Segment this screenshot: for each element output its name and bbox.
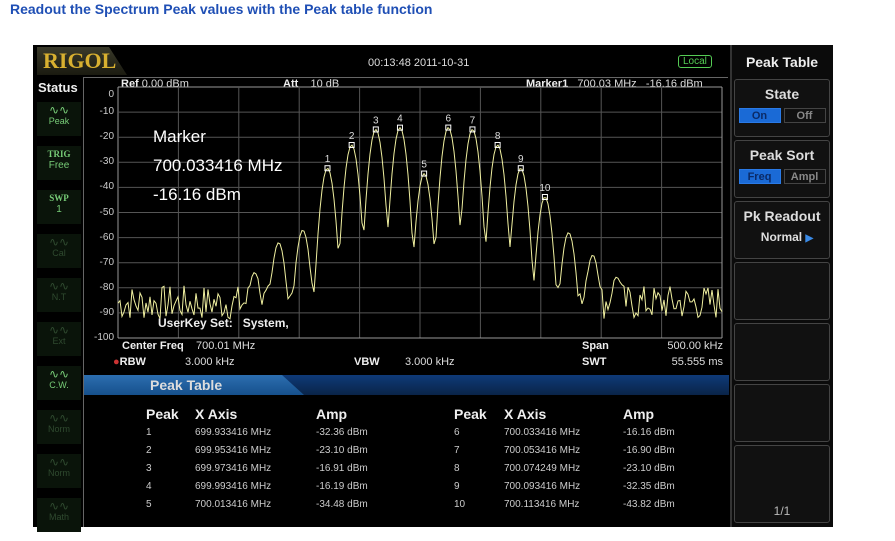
empty-softkey[interactable]	[734, 262, 830, 320]
span-label: Span	[582, 340, 609, 352]
peak-amplitude: -16.16 dBm	[623, 427, 675, 438]
marker-box-title: Marker	[153, 127, 206, 146]
peak-marker-label: 9	[518, 154, 524, 165]
peak-marker-label: 1	[325, 154, 331, 165]
norm-wave-icon: ∿∿	[48, 455, 70, 469]
arrow-right-icon: ▶	[805, 233, 814, 244]
peak-frequency: 699.973416 MHz	[195, 463, 272, 474]
peak-amplitude: -16.91 dBm	[316, 463, 368, 474]
peak-amplitude: -43.82 dBm	[623, 499, 675, 510]
peak-frequency: 699.953416 MHz	[195, 445, 272, 456]
peak-frequency: 700.113416 MHz	[504, 499, 580, 510]
pk-readout-label: Pk Readout	[743, 208, 821, 224]
peak-number: 2	[146, 445, 152, 456]
sort-ampl-option[interactable]: Ampl	[783, 169, 826, 184]
swt-label: SWT	[582, 356, 607, 368]
peak-marker-label: 4	[397, 114, 403, 125]
swt-value: 55.555 ms	[671, 356, 723, 368]
peak-marker-label: 5	[421, 160, 427, 171]
spectrum-plot: 1 2 3 4 5 6 7 8 9 10	[117, 86, 723, 339]
peak-marker-label: 8	[495, 131, 501, 142]
peak-frequency: 700.074249 MHz	[504, 463, 581, 474]
column-header: X Axis	[504, 406, 547, 422]
peak-sort-softkey[interactable]: Peak Sort Freq Ampl	[734, 140, 830, 198]
norm-wave-icon: ∿∿	[48, 411, 70, 425]
state-off-option[interactable]: Off	[783, 108, 826, 123]
peak-marker-label: 10	[539, 183, 551, 194]
peak-marker-label: 7	[470, 115, 476, 126]
softkey-title: Peak Table	[745, 54, 819, 70]
empty-softkey[interactable]	[734, 384, 830, 442]
peak-frequency: 700.013416 MHz	[195, 499, 272, 510]
peak-frequency: 699.933416 MHz	[195, 427, 272, 438]
status-item-norm: ∿∿ Norm	[37, 410, 81, 444]
peak-amplitude: -16.90 dBm	[623, 445, 675, 456]
vbw-value: 3.000 kHz	[405, 356, 455, 368]
column-header: Peak	[454, 406, 487, 422]
peak-amplitude: -32.35 dBm	[623, 481, 675, 492]
rbw-value: 3.000 kHz	[185, 356, 235, 368]
peak-number: 7	[454, 445, 460, 456]
marker-box-amp: -16.16 dBm	[153, 185, 241, 204]
vbw-label: VBW	[354, 356, 380, 368]
page-indicator: 1/1	[773, 504, 791, 518]
peak-number: 4	[146, 481, 152, 492]
peak-amplitude: -16.19 dBm	[316, 481, 368, 492]
peak-frequency: 700.053416 MHz	[504, 445, 581, 456]
center-freq-value: 700.01 MHz	[195, 340, 256, 352]
peak-frequency: 700.033416 MHz	[504, 427, 581, 438]
pk-readout-value: Normal	[760, 230, 803, 244]
status-item-norm: ∿∿ Norm	[37, 454, 81, 488]
status-item-label: Math	[48, 512, 69, 522]
status-item-label: Norm	[48, 424, 70, 434]
marker-box-freq: 700.033416 MHz	[153, 156, 283, 175]
peak-amplitude: -34.48 dBm	[316, 499, 368, 510]
math-wave-icon: ∿∿	[48, 499, 70, 513]
center-freq-label[interactable]: Center Freq	[122, 340, 184, 352]
peak-marker-label: 6	[446, 114, 452, 125]
column-header: Peak	[146, 406, 179, 422]
empty-softkey[interactable]: 1/1	[734, 445, 830, 523]
column-header: Amp	[316, 406, 348, 422]
peak-frequency: 700.093416 MHz	[504, 481, 581, 492]
analyzer-screen: RIGOL 00:13:48 2011-10-31 Local Status ∿…	[33, 45, 833, 532]
pk-readout-softkey[interactable]: Pk Readout Normal ▶	[734, 201, 830, 259]
peak-sort-label: Peak Sort	[749, 147, 815, 163]
peak-number: 5	[146, 499, 152, 510]
empty-softkey[interactable]	[734, 323, 830, 381]
state-on-option[interactable]: On	[738, 108, 781, 123]
state-label: State	[764, 86, 800, 102]
status-item-label: Norm	[48, 468, 70, 478]
peak-frequency: 699.993416 MHz	[195, 481, 272, 492]
peak-number: 10	[454, 499, 466, 510]
peak-marker-label: 2	[349, 131, 355, 142]
peak-number: 9	[454, 481, 460, 492]
peak-number: 3	[146, 463, 152, 474]
peak-number: 6	[454, 427, 460, 438]
peak-amplitude: -23.10 dBm	[316, 445, 368, 456]
column-header: Amp	[623, 406, 655, 422]
peak-marker-label: 3	[373, 115, 379, 126]
peak-number: 1	[146, 427, 152, 438]
userkey-text: UserKey Set: System,	[158, 316, 289, 330]
peak-amplitude: -23.10 dBm	[623, 463, 675, 474]
peak-number: 8	[454, 463, 460, 474]
rbw-label: RBW	[119, 356, 146, 368]
status-item-math: ∿∿ Math	[37, 498, 81, 532]
peak-amplitude: -32.36 dBm	[316, 427, 368, 438]
softkey-panel: Peak Table State On Off Peak Sort Freq Amp…	[730, 45, 833, 527]
rbw-indicator-icon: ●	[113, 356, 120, 368]
state-softkey[interactable]: State On Off	[734, 79, 830, 137]
span-value: 500.00 kHz	[667, 340, 723, 352]
status-item-label: C.W.	[49, 380, 69, 390]
column-header: X Axis	[195, 406, 238, 422]
peak-table-title: Peak Table	[84, 375, 304, 395]
page-caption: Readout the Spectrum Peak values with th…	[10, 1, 433, 17]
sort-freq-option[interactable]: Freq	[738, 169, 781, 184]
